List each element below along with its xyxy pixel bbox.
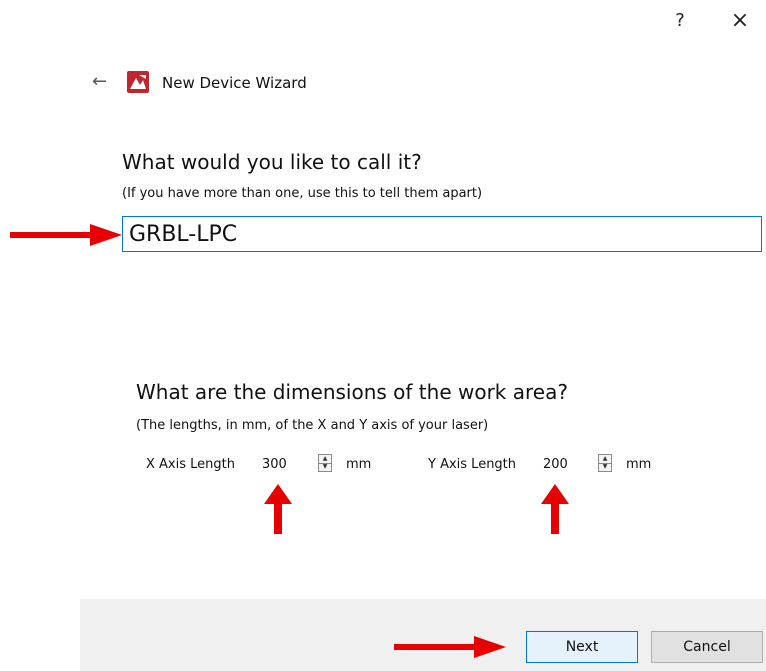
close-button[interactable]: × (728, 8, 752, 34)
dims-subtitle: (The lengths, in mm, of the X and Y axis… (136, 418, 489, 433)
annotation-arrow-next (394, 636, 506, 658)
x-down-icon[interactable]: ▼ (319, 462, 331, 472)
x-axis-value[interactable]: 300 (262, 457, 287, 472)
name-heading: What would you like to call it? (122, 150, 422, 174)
wizard-title: New Device Wizard (162, 74, 307, 92)
x-axis-stepper[interactable]: ▲ ▼ (318, 454, 332, 472)
y-axis-unit: mm (626, 457, 652, 472)
back-icon[interactable]: ← (92, 71, 112, 92)
x-axis-unit: mm (346, 457, 372, 472)
next-button[interactable]: Next (526, 631, 638, 663)
wizard-footer: Next Cancel (80, 599, 766, 671)
y-down-icon[interactable]: ▼ (599, 462, 611, 472)
annotation-arrow-y (541, 484, 569, 534)
y-axis-value[interactable]: 200 (543, 457, 568, 472)
device-name-input[interactable] (122, 216, 762, 252)
x-axis-label: X Axis Length (146, 457, 235, 472)
x-up-icon[interactable]: ▲ (319, 455, 331, 463)
annotation-arrow-name (10, 224, 122, 246)
y-up-icon[interactable]: ▲ (599, 455, 611, 463)
y-axis-stepper[interactable]: ▲ ▼ (598, 454, 612, 472)
help-button[interactable]: ? (670, 10, 690, 34)
y-axis-label: Y Axis Length (428, 457, 517, 472)
cancel-button[interactable]: Cancel (651, 631, 763, 663)
annotation-arrow-x (264, 484, 292, 534)
app-logo-icon (127, 71, 149, 93)
dims-heading: What are the dimensions of the work area… (136, 380, 568, 404)
name-subtitle: (If you have more than one, use this to … (122, 186, 483, 201)
